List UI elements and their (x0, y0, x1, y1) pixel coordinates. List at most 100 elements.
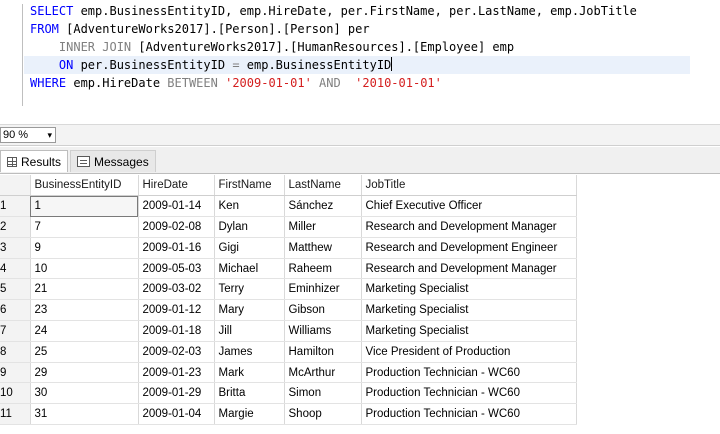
grid-cell[interactable]: Marketing Specialist (361, 320, 577, 342)
grid-cell[interactable]: Hamilton (284, 341, 362, 363)
grid-cell[interactable]: Marketing Specialist (361, 278, 577, 301)
row-number-header[interactable] (0, 175, 31, 197)
table-row[interactable]: 7 24 2009-01-18 Jill Williams Marketing Speci… (0, 320, 577, 342)
row-number-cell[interactable]: 7 (0, 320, 31, 342)
grid-cell[interactable]: Research and Development Manager (361, 216, 577, 238)
grid-cell[interactable]: 31 (30, 403, 139, 426)
grid-cell[interactable]: Ken (214, 195, 285, 218)
column-header[interactable]: JobTitle (361, 175, 577, 197)
table-row[interactable]: 9 29 2009-01-23 Mark McArthur Production Tech… (0, 362, 577, 384)
zoom-select[interactable]: 90 % ▾ (0, 127, 56, 143)
grid-cell[interactable]: Mary (214, 299, 285, 322)
grid-cell[interactable]: Raheem (284, 258, 362, 280)
grid-cell[interactable]: Production Technician - WC60 (361, 403, 577, 426)
grid-cell[interactable]: Simon (284, 382, 362, 405)
grid-cell[interactable]: 2009-05-03 (138, 258, 215, 280)
grid-cell[interactable]: 2009-01-23 (138, 362, 215, 384)
grid-cell[interactable]: 29 (30, 362, 139, 384)
grid-cell[interactable]: 2009-01-04 (138, 403, 215, 426)
grid-cell[interactable]: 21 (30, 278, 139, 301)
code-line[interactable]: ON per.BusinessEntityID = emp.BusinessEn… (24, 56, 690, 74)
grid-cell[interactable]: 23 (30, 299, 139, 322)
grid-cell[interactable]: 2009-01-14 (138, 195, 215, 218)
grid-cell[interactable]: 2009-01-18 (138, 320, 215, 342)
code-line[interactable]: INNER JOIN [AdventureWorks2017].[HumanRe… (30, 38, 690, 56)
grid-cell[interactable]: Shoop (284, 403, 362, 426)
table-row[interactable]: 2 7 2009-02-08 Dylan Miller Research and Deve… (0, 216, 577, 238)
grid-cell[interactable]: Research and Development Manager (361, 258, 577, 280)
table-row[interactable]: 1 1 2009-01-14 Ken Sánchez Chief Executive Of… (0, 195, 577, 218)
grid-cell[interactable]: Production Technician - WC60 (361, 382, 577, 405)
grid-cell[interactable]: Jill (214, 320, 285, 342)
grid-cell[interactable]: Miller (284, 216, 362, 238)
sql-editor[interactable]: SELECT emp.BusinessEntityID, emp.HireDat… (0, 0, 720, 125)
grid-cell[interactable]: Vice President of Production (361, 341, 577, 363)
grid-cell[interactable]: 2009-03-02 (138, 278, 215, 301)
grid-cell[interactable]: James (214, 341, 285, 363)
column-header[interactable]: BusinessEntityID (30, 175, 139, 197)
grid-cell[interactable]: Michael (214, 258, 285, 280)
table-row[interactable]: 5 21 2009-03-02 Terry Eminhizer Marketing Spe… (0, 278, 577, 301)
table-row[interactable]: 3 9 2009-01-16 Gigi Matthew Research and Deve… (0, 237, 577, 259)
row-number-cell[interactable]: 8 (0, 341, 31, 363)
grid-cell[interactable]: McArthur (284, 362, 362, 384)
sql-keyword: WHERE (30, 76, 67, 90)
text-caret (391, 57, 393, 71)
grid-cell[interactable]: Mark (214, 362, 285, 384)
table-row[interactable]: 11 31 2009-01-04 Margie Shoop Production Tech… (0, 403, 577, 426)
table-row[interactable]: 6 23 2009-01-12 Mary Gibson Marketing Special… (0, 299, 577, 322)
grid-cell[interactable]: 10 (30, 258, 139, 280)
grid-cell[interactable]: 2009-01-12 (138, 299, 215, 322)
table-row[interactable]: 10 30 2009-01-29 Britta Simon Production Tech… (0, 382, 577, 405)
sql-text: emp.BusinessEntityID (239, 58, 392, 72)
grid-cell[interactable]: 2009-01-16 (138, 237, 215, 259)
tab-messages[interactable]: Messages (70, 150, 156, 172)
grid-cell[interactable]: Gigi (214, 237, 285, 259)
row-number-cell[interactable]: 1 (0, 195, 31, 218)
grid-cell[interactable]: Dylan (214, 216, 285, 238)
grid-cell[interactable]: Research and Development Engineer (361, 237, 577, 259)
table-row[interactable]: 4 10 2009-05-03 Michael Raheem Research and D… (0, 258, 577, 280)
grid-cell[interactable]: Gibson (284, 299, 362, 322)
grid-cell[interactable]: Matthew (284, 237, 362, 259)
grid-cell[interactable]: Terry (214, 278, 285, 301)
tab-results[interactable]: Results (0, 150, 68, 172)
grid-cell[interactable]: Eminhizer (284, 278, 362, 301)
column-header[interactable]: HireDate (138, 175, 215, 197)
row-number-cell[interactable]: 11 (0, 403, 31, 426)
sql-code[interactable]: SELECT emp.BusinessEntityID, emp.HireDat… (24, 2, 690, 92)
grid-cell[interactable]: 2009-01-29 (138, 382, 215, 405)
grid-cell[interactable]: 9 (30, 237, 139, 259)
code-line[interactable]: FROM [AdventureWorks2017].[Person].[Pers… (30, 20, 690, 38)
grid-cell[interactable]: 2009-02-03 (138, 341, 215, 363)
sql-text: per.BusinessEntityID (73, 58, 233, 72)
grid-cell[interactable]: Williams (284, 320, 362, 342)
grid-cell[interactable]: 1 (30, 195, 139, 218)
grid-cell[interactable]: Marketing Specialist (361, 299, 577, 322)
table-row[interactable]: 8 25 2009-02-03 James Hamilton Vice President… (0, 341, 577, 363)
grid-cell[interactable]: 30 (30, 382, 139, 405)
grid-cell[interactable]: Sánchez (284, 195, 362, 218)
grid-cell[interactable]: 25 (30, 341, 139, 363)
grid-cell[interactable]: 7 (30, 216, 139, 238)
row-number-cell[interactable]: 9 (0, 362, 31, 384)
row-number-cell[interactable]: 10 (0, 382, 31, 405)
row-number-cell[interactable]: 2 (0, 216, 31, 238)
results-grid[interactable]: BusinessEntityID HireDate FirstName Last… (0, 175, 577, 426)
grid-cell[interactable]: Chief Executive Officer (361, 195, 577, 218)
column-header[interactable]: LastName (284, 175, 362, 197)
row-number-cell[interactable]: 3 (0, 237, 31, 259)
grid-cell[interactable]: Margie (214, 403, 285, 426)
row-number-cell[interactable]: 4 (0, 258, 31, 280)
grid-cell[interactable]: 2009-02-08 (138, 216, 215, 238)
grid-cell[interactable]: Britta (214, 382, 285, 405)
code-line[interactable]: WHERE emp.HireDate BETWEEN '2009-01-01' … (30, 74, 690, 92)
column-header[interactable]: FirstName (214, 175, 285, 197)
row-number-cell[interactable]: 5 (0, 278, 31, 301)
code-line[interactable]: SELECT emp.BusinessEntityID, emp.HireDat… (30, 2, 690, 20)
row-number-cell[interactable]: 6 (0, 299, 31, 322)
grid-cell[interactable]: Production Technician - WC60 (361, 362, 577, 384)
grid-cell[interactable]: 24 (30, 320, 139, 342)
